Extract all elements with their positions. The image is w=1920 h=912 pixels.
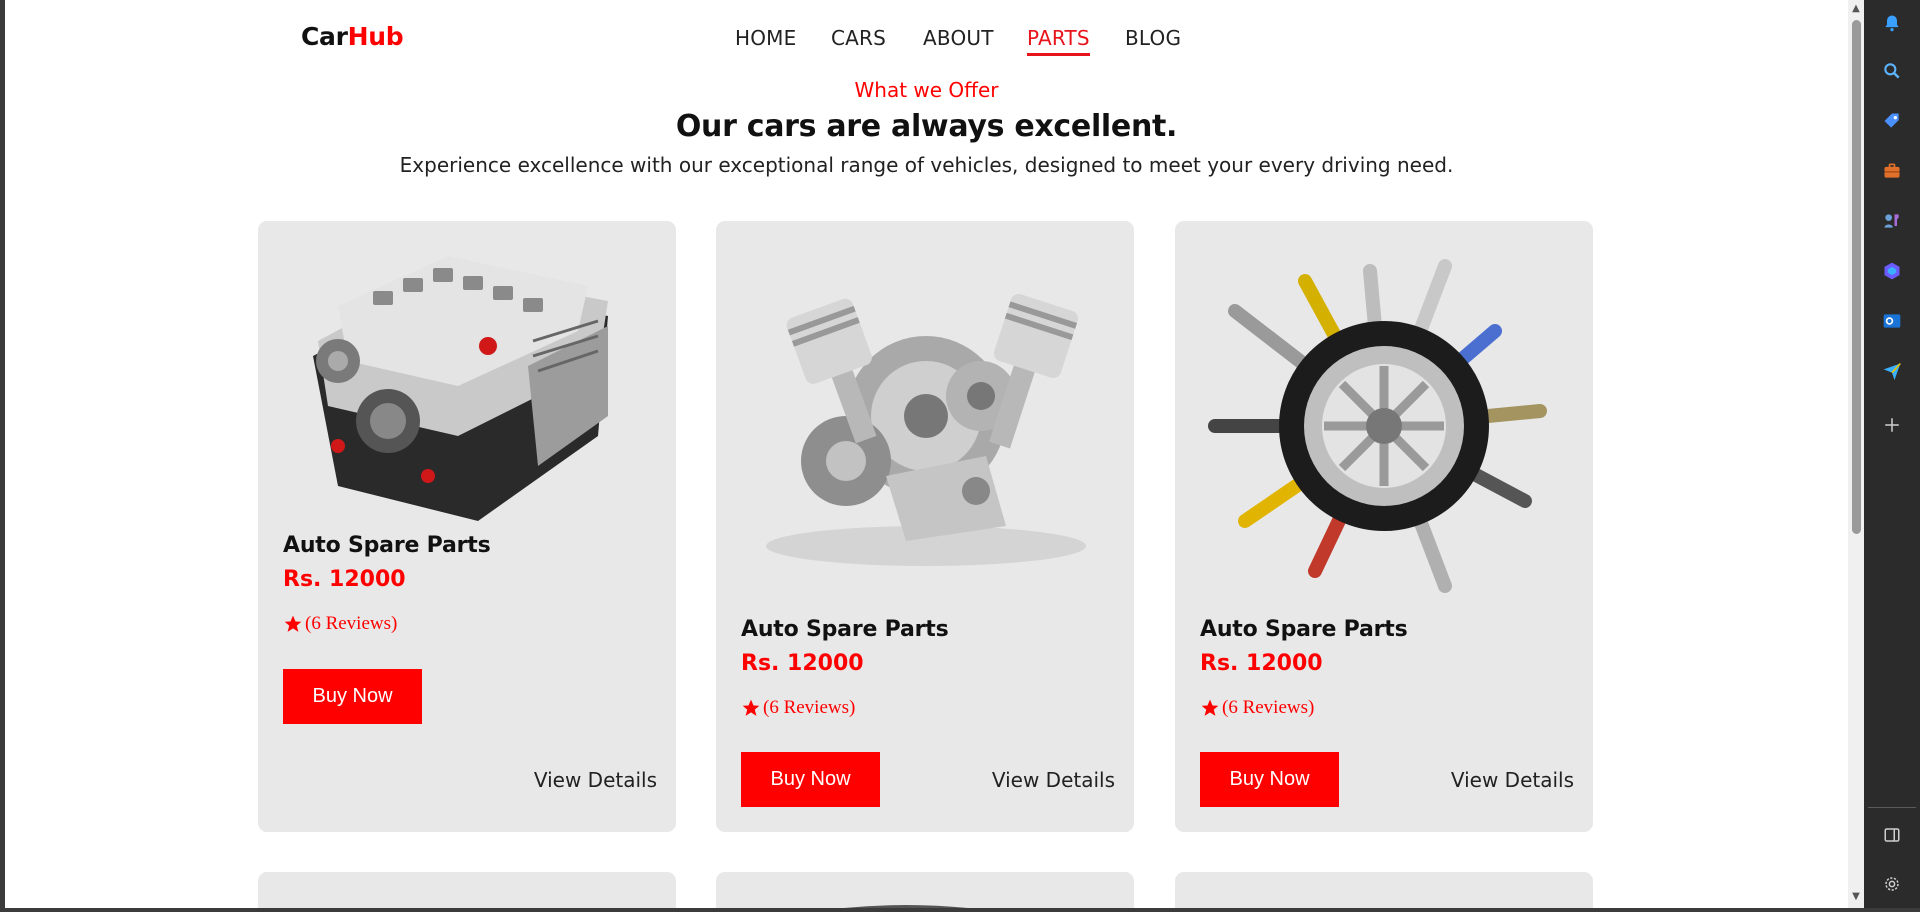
nav-parts[interactable]: PARTS [1027,26,1090,56]
nav-about[interactable]: ABOUT [923,26,994,50]
nav-blog[interactable]: BLOG [1125,26,1181,50]
buy-now-button[interactable]: Buy Now [283,669,422,724]
chess-icon[interactable] [1880,209,1904,233]
product-card-partial [258,872,676,908]
product-title: Auto Spare Parts [283,533,491,558]
browser-side-panel [1864,0,1920,912]
bell-icon[interactable] [1880,11,1904,35]
product-card: Auto Spare Parts Rs. 12000 (6 Reviews) B… [258,221,676,832]
product-price: Rs. 12000 [283,567,406,592]
page-scrollbar[interactable]: ▲ ▼ [1848,0,1864,908]
view-details-link[interactable]: View Details [534,768,657,792]
section-subtext: Experience excellence with our exception… [399,153,1454,177]
star-icon [284,615,302,632]
outlook-icon[interactable] [1880,309,1904,333]
star-icon [742,699,760,716]
side-panel-divider [1868,807,1916,808]
product-card-partial [716,872,1134,908]
search-icon[interactable] [1880,59,1904,83]
section-headline: Our cars are always excellent. [675,109,1178,144]
product-rating: (6 Reviews) [741,697,855,719]
engine-block-image [313,256,608,521]
main-nav: HOME CARS ABOUT PARTS BLOG [5,26,1848,56]
rating-text: (6 Reviews) [305,613,398,634]
scroll-up-arrow-icon[interactable]: ▲ [1851,4,1861,14]
window-bottom-edge [0,908,1920,912]
section-kicker: What we Offer [854,78,999,102]
view-details-link[interactable]: View Details [992,768,1115,792]
nav-home[interactable]: HOME [735,26,796,50]
scroll-thumb[interactable] [1852,20,1861,534]
tire-parts-image [1208,259,1547,593]
buy-now-button[interactable]: Buy Now [741,752,880,807]
buy-now-button[interactable]: Buy Now [1200,752,1339,807]
rating-text: (6 Reviews) [1222,697,1315,718]
product-title: Auto Spare Parts [741,617,949,642]
star-icon [1201,699,1219,716]
page-viewport: CarHub HOME CARS ABOUT PARTS BLOG What w… [5,0,1848,908]
plus-icon[interactable] [1880,413,1904,437]
product-rating: (6 Reviews) [1200,697,1314,719]
send-icon[interactable] [1880,359,1904,383]
product-rating: (6 Reviews) [283,613,397,635]
briefcase-icon[interactable] [1880,159,1904,183]
product-card: Auto Spare Parts Rs. 12000 (6 Reviews) B… [1175,221,1593,832]
sidebar-toggle-icon[interactable] [1880,823,1904,847]
product-image-partial [844,905,968,908]
view-details-link[interactable]: View Details [1451,768,1574,792]
piston-gears-image [766,293,1086,566]
product-card: Auto Spare Parts Rs. 12000 (6 Reviews) B… [716,221,1134,832]
settings-icon[interactable] [1880,872,1904,896]
nav-cars[interactable]: CARS [831,26,886,50]
product-card-partial [1175,872,1593,908]
scroll-down-arrow-icon[interactable]: ▼ [1851,892,1861,902]
copilot-icon[interactable] [1880,259,1904,283]
rating-text: (6 Reviews) [763,697,856,718]
product-title: Auto Spare Parts [1200,617,1408,642]
tag-icon[interactable] [1880,109,1904,133]
product-price: Rs. 12000 [1200,651,1323,676]
product-price: Rs. 12000 [741,651,864,676]
